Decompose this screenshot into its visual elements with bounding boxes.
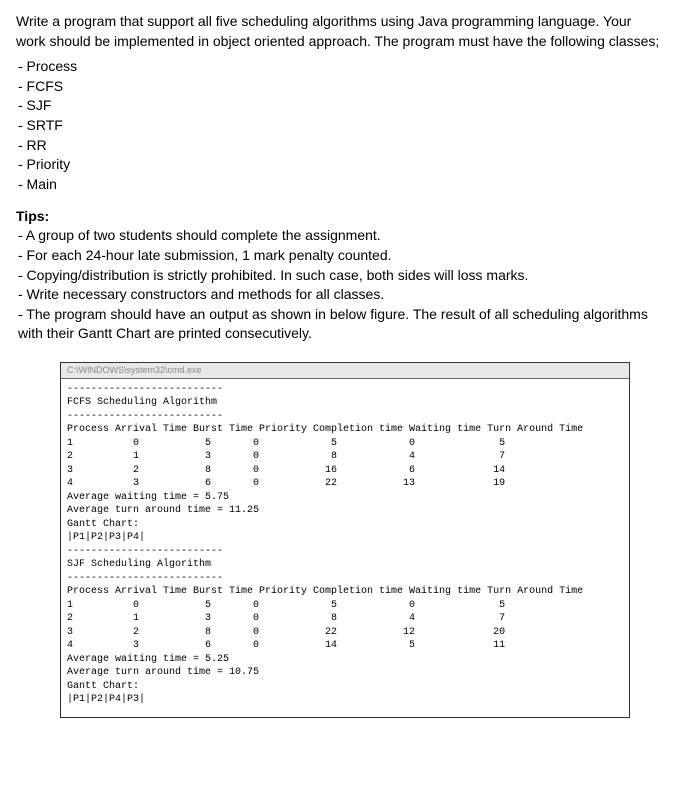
- gantt-chart-label: Gantt Chart:: [67, 681, 139, 692]
- class-item: - SJF: [18, 96, 664, 116]
- tip-item: - Write necessary constructors and metho…: [18, 285, 664, 305]
- table-row: 1 0 5 0 5 0 5: [67, 600, 505, 611]
- gantt-chart: |P1|P2|P3|P4|: [67, 532, 145, 543]
- console-titlebar: C:\WINDOWS\system32\cmd.exe: [61, 363, 629, 379]
- fcfs-title: FCFS Scheduling Algorithm: [67, 397, 217, 408]
- class-item: - SRTF: [18, 116, 664, 136]
- class-item: - RR: [18, 136, 664, 156]
- avg-waiting-time: Average waiting time = 5.25: [67, 654, 229, 665]
- class-item: - FCFS: [18, 77, 664, 97]
- console-window: C:\WINDOWS\system32\cmd.exe ------------…: [60, 362, 630, 718]
- divider-dashes: --------------------------: [67, 384, 223, 395]
- divider-dashes: --------------------------: [67, 573, 223, 584]
- tip-item: - Copying/distribution is strictly prohi…: [18, 266, 664, 286]
- sjf-title: SJF Scheduling Algorithm: [67, 559, 211, 570]
- table-row: 3 2 8 0 16 6 14: [67, 465, 505, 476]
- divider-dashes: --------------------------: [67, 411, 223, 422]
- tip-item: - The program should have an output as s…: [18, 305, 664, 344]
- table-row: 4 3 6 0 14 5 11: [67, 640, 505, 651]
- divider-dashes: --------------------------: [67, 546, 223, 557]
- table-row: 2 1 3 0 8 4 7: [67, 613, 505, 624]
- tip-item: - A group of two students should complet…: [18, 226, 664, 246]
- class-item: - Main: [18, 175, 664, 195]
- table-row: 3 2 8 0 22 12 20: [67, 627, 505, 638]
- table-header: Process Arrival Time Burst Time Priority…: [67, 424, 583, 435]
- tips-list: - A group of two students should complet…: [16, 226, 664, 344]
- class-list: - Process - FCFS - SJF - SRTF - RR - Pri…: [16, 57, 664, 194]
- class-item: - Priority: [18, 155, 664, 175]
- intro-paragraph: Write a program that support all five sc…: [16, 12, 664, 51]
- gantt-chart: |P1|P2|P4|P3|: [67, 694, 145, 705]
- class-item: - Process: [18, 57, 664, 77]
- avg-waiting-time: Average waiting time = 5.75: [67, 492, 229, 503]
- avg-turnaround-time: Average turn around time = 10.75: [67, 667, 259, 678]
- tips-heading: Tips:: [16, 208, 664, 224]
- console-output: -------------------------- FCFS Scheduli…: [61, 379, 629, 717]
- table-header: Process Arrival Time Burst Time Priority…: [67, 586, 583, 597]
- tip-item: - For each 24-hour late submission, 1 ma…: [18, 246, 664, 266]
- table-row: 1 0 5 0 5 0 5: [67, 438, 505, 449]
- avg-turnaround-time: Average turn around time = 11.25: [67, 505, 259, 516]
- gantt-chart-label: Gantt Chart:: [67, 519, 139, 530]
- table-row: 2 1 3 0 8 4 7: [67, 451, 505, 462]
- table-row: 4 3 6 0 22 13 19: [67, 478, 505, 489]
